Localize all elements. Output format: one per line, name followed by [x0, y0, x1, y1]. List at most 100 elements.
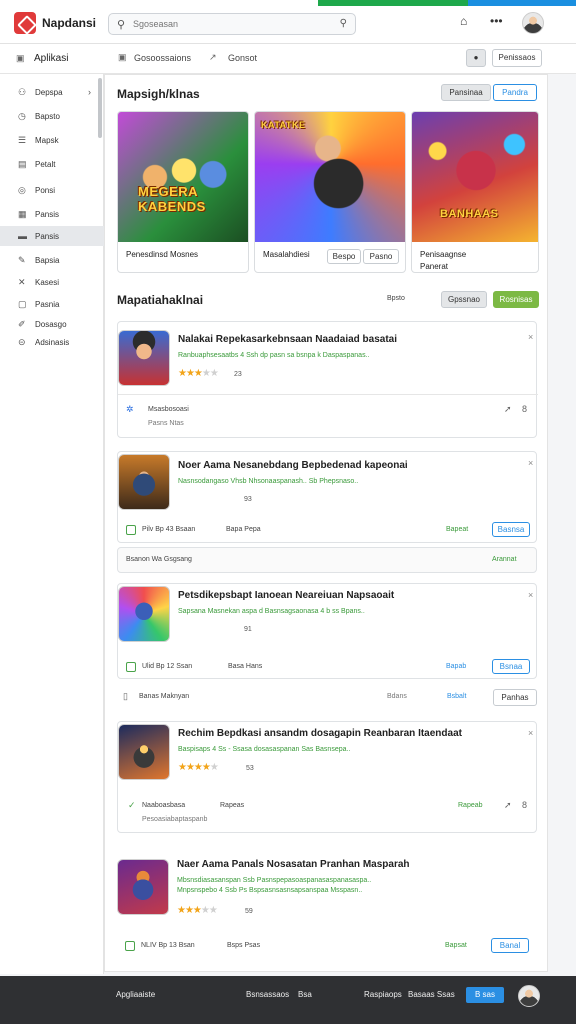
app-logo-icon[interactable] [14, 12, 36, 34]
featured-card-1[interactable]: MEGERA KABENDS Penesdinsd Mosnes [117, 111, 249, 273]
review-footer-link[interactable]: Bapsat [445, 942, 467, 949]
footer-right-link-1[interactable]: Raspiaops [364, 990, 402, 999]
featured-card-2[interactable]: KATATKE Masalahdiesi Bespo Pasno [254, 111, 406, 273]
search-input[interactable] [133, 17, 333, 31]
review-action-button[interactable]: Basnsa [492, 522, 530, 537]
footer-mid-link-1[interactable]: Bsnsassaos [246, 990, 289, 999]
divider [118, 394, 538, 395]
gear-icon: ✕ [18, 277, 26, 287]
review-title: Nalakai Repekasarkebnsaan Naadaiad basat… [178, 334, 398, 345]
footer-left-link[interactable]: Apgliaaiste [116, 990, 155, 999]
primary-button[interactable]: Penissaos [492, 49, 542, 67]
review-action-button[interactable]: Banal [491, 938, 529, 953]
user-icon: ⚇ [18, 87, 27, 97]
game-icon [118, 586, 170, 642]
app-name: Napdansi [42, 16, 97, 30]
footer-right-link-2[interactable]: Basaas Ssas [408, 990, 455, 999]
share-icon[interactable]: ➚ [504, 800, 512, 811]
sidebar-item-6[interactable]: ▬ Pansis [0, 226, 104, 246]
rating-count: 59 [245, 908, 253, 915]
card-caption: Penisaagnse [420, 250, 467, 259]
subrow-link[interactable]: Bsbalt [447, 693, 466, 700]
sidebar-item-5[interactable]: ▦ Pansis [0, 204, 104, 224]
review-title: Noer Aama Nesanebdang Bepbedenad kapeona… [178, 460, 408, 471]
featured-card-3[interactable]: BANHAAS Penisaagnse Panerat [411, 111, 539, 273]
review-title: Rechim Bepdkasi ansandm dosagapin Reanba… [178, 728, 462, 739]
review-card-1[interactable]: Nalakai Repekasarkebnsaan Naadaiad basat… [117, 321, 538, 438]
review-card-3[interactable]: Petsdikepsbapt Ianoean Neareiuan Napsaoa… [117, 583, 537, 679]
notification-icon[interactable]: ⌂ [460, 14, 467, 28]
sidebar-item-9[interactable]: ▢ Pasnia [0, 294, 104, 314]
sidebar-item-label: Adsinasis [35, 338, 70, 347]
footer-button[interactable]: B sas [466, 987, 504, 1003]
sidebar-item-3[interactable]: ▤ Petalt [0, 154, 104, 174]
featured-primary-button[interactable]: Pandra [493, 84, 537, 101]
breadcrumb-1[interactable]: Gosoossaions [134, 53, 191, 63]
subrow-link[interactable]: Arannat [492, 556, 517, 563]
rating-count: 53 [246, 765, 254, 772]
rating-stars: ★★★★★ [178, 762, 219, 773]
footer-mid-link-2[interactable]: Bsa [298, 990, 312, 999]
footer-avatar[interactable] [518, 985, 540, 1007]
card-caption-2: Panerat [420, 262, 449, 271]
sidebar-item-label: Pansis [35, 210, 60, 219]
subrow-label: Bsanon Wa Gsgsang [126, 556, 192, 563]
sidebar-scrollbar[interactable] [98, 78, 102, 138]
review-subtitle: Nasnsodangaso Vhsb Nhsonaaspanash.. Sb P… [178, 478, 359, 485]
search-box[interactable]: ⚲ ⚲ [108, 13, 356, 35]
app-icon: ▣ [16, 53, 25, 63]
search-submit-icon[interactable]: ⚲ [340, 18, 347, 29]
breadcrumb-2[interactable]: Gonsot [228, 53, 257, 63]
settings-button[interactable]: ● [466, 49, 486, 67]
review-footer-link[interactable]: Bapab [446, 663, 466, 670]
sidebar-item-label: Petalt [35, 160, 56, 169]
reviews-filter-label[interactable]: Bpsto [387, 295, 405, 302]
arrow-icon: ↗ [209, 52, 217, 62]
bookmark-icon[interactable]: 8 [522, 800, 527, 810]
close-icon[interactable]: × [528, 728, 533, 738]
main-panel: Mapsigh/klnas Pansinaa Pandra MEGERA KAB… [104, 74, 548, 972]
rating-stars: ★★★★★ [178, 368, 219, 379]
review-footer-meta: Bsps Psas [227, 942, 261, 949]
sidebar-item-7[interactable]: ✎ Bapsia [0, 250, 104, 270]
review-footer-link[interactable]: Bapeat [446, 526, 468, 533]
card-chip-2[interactable]: Pasno [363, 249, 399, 264]
sidebar-item-label: Bapsto [35, 112, 60, 121]
close-icon[interactable]: × [528, 332, 533, 342]
sidebar-item-1[interactable]: ◷ Bapsto [0, 106, 104, 126]
review-action-button[interactable]: Bsnaa [492, 659, 530, 674]
pin-icon: ✎ [18, 255, 26, 265]
review-subtitle: Ranbuaphsesaatbs 4 Ssh dp pasn sa bsnpa … [178, 352, 370, 359]
review-footer-name: Msasbosoasi [148, 406, 189, 413]
bookmark-icon[interactable]: 8 [522, 404, 527, 414]
close-icon[interactable]: × [528, 458, 533, 468]
review-subrow-2[interactable]: Bsanon Wa Gsgsang Arannat [117, 547, 537, 573]
share-icon[interactable]: ➚ [504, 404, 512, 415]
featured-filter-button[interactable]: Pansinaa [441, 84, 491, 101]
review-card-5[interactable]: Naer Aama Panals Nosasatan Pranhan Maspa… [117, 855, 537, 965]
reviews-green-button[interactable]: Rosnisas [493, 291, 539, 308]
review-card-4[interactable]: Rechim Bepdkasi ansandm dosagapin Reanba… [117, 721, 537, 833]
review-footer-link[interactable]: Rapeab [458, 802, 483, 809]
reviews-gray-button[interactable]: Gpssnao [441, 291, 487, 308]
subrow-button[interactable]: Panhas [493, 689, 537, 706]
card-caption: Masalahdiesi [263, 250, 310, 259]
card-chip-1[interactable]: Bespo [327, 249, 361, 264]
review-card-2[interactable]: Noer Aama Nesanebdang Bepbedenad kapeona… [117, 451, 537, 543]
fan-icon: ✲ [126, 404, 134, 414]
sidebar-item-10[interactable]: ✐ Dosasgo [0, 314, 104, 334]
top-bar: Napdansi ⚲ ⚲ ⌂ ••• [0, 0, 576, 44]
sidebar-item-0[interactable]: ⚇ Depspa › [0, 82, 104, 102]
featured-title: Mapsigh/klnas [117, 87, 200, 101]
review-subrow-3[interactable]: ▯ Banas Maknyan Bdans Bsbalt Panhas [117, 685, 537, 711]
footer-bar: Apgliaaiste Bsnsassaos Bsa Raspiaops Bas… [0, 976, 576, 1024]
sidebar-item-4[interactable]: ◎ Ponsi [0, 180, 104, 200]
close-icon[interactable]: × [528, 590, 533, 600]
avatar[interactable] [522, 12, 544, 34]
more-icon[interactable]: ••• [490, 14, 503, 28]
check-icon [126, 525, 136, 535]
sidebar-item-2[interactable]: ☰ Mapsk [0, 130, 104, 150]
rating-count: 93 [244, 496, 252, 503]
sidebar-item-8[interactable]: ✕ Kasesi [0, 272, 104, 292]
sidebar-item-11[interactable]: ⊝ Adsinasis [0, 332, 104, 352]
